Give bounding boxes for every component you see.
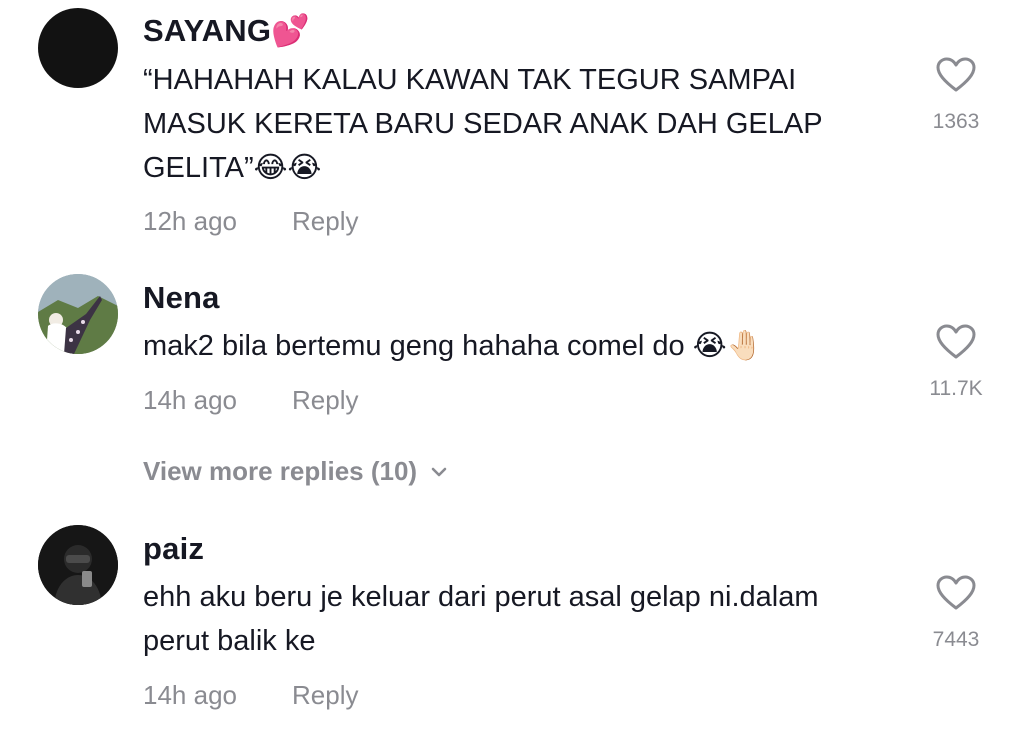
avatar-image (38, 274, 118, 354)
heart-outline-icon[interactable] (936, 324, 976, 360)
reply-button[interactable]: Reply (292, 385, 358, 416)
comment-username[interactable]: paiz (143, 531, 204, 567)
view-more-replies-button[interactable]: View more replies (10) (143, 456, 447, 487)
comment-text: mak2 bila bertemu geng hahaha comel do 😭… (143, 330, 763, 362)
chevron-down-icon (431, 467, 447, 476)
heart-outline-icon[interactable] (936, 57, 976, 93)
like-count: 11.7K (929, 377, 983, 400)
view-more-label: View more replies (10) (143, 456, 418, 486)
avatar[interactable] (38, 525, 118, 605)
reply-button[interactable]: Reply (292, 206, 358, 237)
reply-button[interactable]: Reply (292, 680, 358, 711)
comment-timestamp: 12h ago (143, 206, 237, 236)
heart-outline-icon[interactable] (936, 575, 976, 611)
comment-username[interactable]: Nena (143, 280, 220, 316)
like-count: 1363 (932, 110, 980, 133)
avatar[interactable] (38, 8, 118, 88)
comment-username[interactable]: SAYANG💕 (143, 12, 310, 49)
comment-timestamp: 14h ago (143, 680, 237, 710)
comment-text: “HAHAHAH KALAU KAWAN TAK TEGUR SAMPAI MA… (143, 64, 823, 184)
comment-timestamp: 14h ago (143, 385, 237, 415)
avatar-image (38, 525, 118, 605)
like-count: 7443 (932, 628, 980, 651)
comment-text: ehh aku beru je keluar dari perut asal g… (143, 581, 819, 657)
avatar[interactable] (38, 274, 118, 354)
